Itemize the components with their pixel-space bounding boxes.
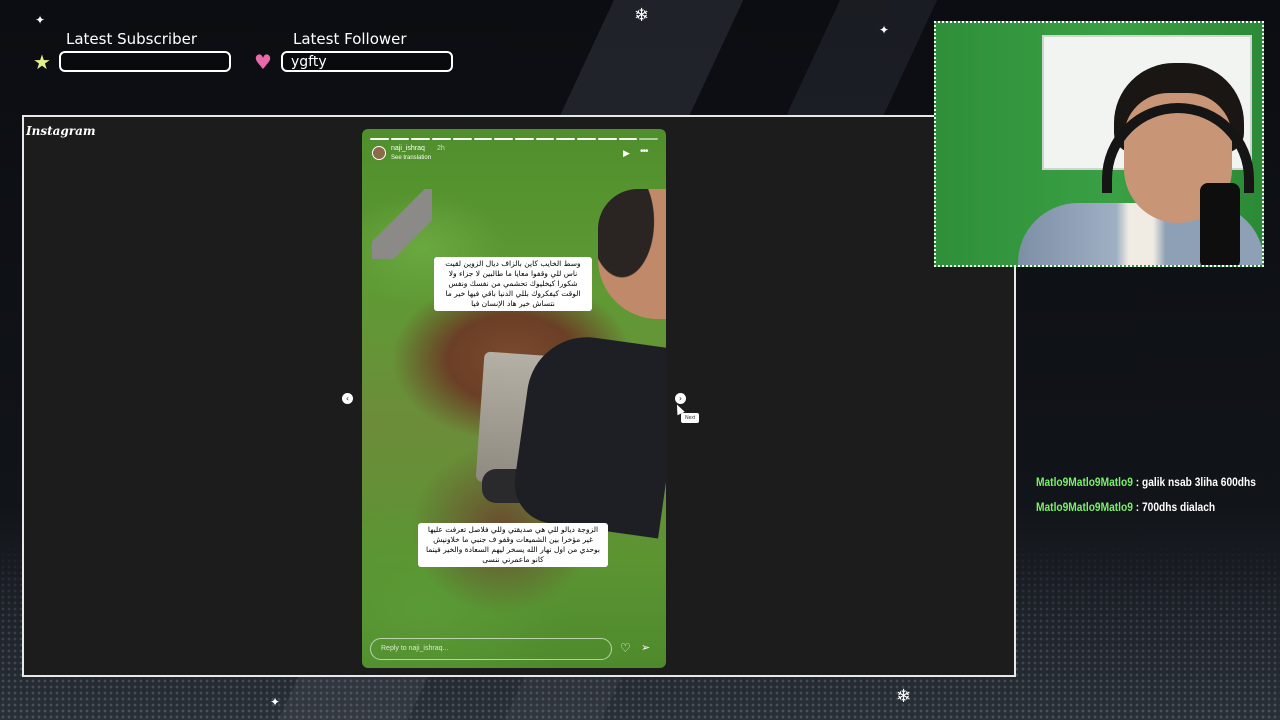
like-heart-icon[interactable]: ♡ (620, 641, 631, 655)
progress-segment (597, 138, 617, 140)
latest-subscriber-label: Latest Subscriber (66, 30, 197, 48)
sparkle-icon: ✦ (270, 695, 281, 709)
progress-segment (618, 138, 638, 140)
progress-segment (577, 138, 596, 140)
progress-segment (370, 138, 389, 140)
latest-follower-value: ygfty (281, 51, 453, 72)
story-caption-bottom: الزوجة ديالو للي هي صديقتي وللي فلاصل تع… (418, 523, 608, 567)
heart-icon: ♥ (254, 50, 272, 74)
chat-text: : 700dhs dialach (1132, 500, 1216, 514)
star-icon: ★ (33, 50, 51, 74)
progress-segment (494, 138, 514, 140)
progress-segment (535, 138, 555, 140)
sparkle-icon: ✦ (879, 23, 890, 37)
story-viewer[interactable]: naji_ishraq 2h See translation ▶ ••• وسط… (362, 129, 666, 668)
more-options-icon[interactable]: ••• (640, 146, 648, 157)
progress-segment (452, 138, 472, 140)
microphone-image (1200, 183, 1240, 265)
progress-segment (639, 138, 659, 140)
avatar[interactable] (372, 146, 386, 160)
webcam-feed (934, 21, 1264, 267)
latest-follower-label: Latest Follower (293, 30, 407, 48)
next-tooltip: Next (681, 413, 700, 423)
chat-box: Matlo9Matlo9Matlo9 : galik nsab 3liha 60… (1036, 475, 1280, 525)
chat-message: Matlo9Matlo9Matlo9 : galik nsab 3liha 60… (1036, 475, 1256, 500)
chat-username[interactable]: Matlo9Matlo9Matlo9 (1036, 475, 1133, 489)
progress-segment (515, 138, 534, 140)
frame-divider (1014, 265, 1016, 677)
story-progress-bar (370, 138, 659, 140)
play-icon[interactable]: ▶ (623, 148, 630, 159)
story-timestamp: 2h (437, 145, 445, 152)
progress-segment (390, 138, 410, 140)
progress-segment (473, 138, 493, 140)
progress-segment (556, 138, 576, 140)
reply-input[interactable]: Reply to naji_ishraq... (370, 638, 612, 660)
shovel-image (372, 189, 432, 259)
person-head-image (598, 189, 666, 319)
story-username[interactable]: naji_ishraq (391, 145, 425, 152)
progress-segment (432, 138, 451, 140)
instagram-logo[interactable]: Instagram (26, 124, 96, 138)
story-caption-top: وسط الخايب كاين بالزاف ديال الزوين لقيت … (434, 257, 592, 311)
snowflake-icon: ❄ (634, 5, 650, 26)
progress-segment (411, 138, 431, 140)
latest-subscriber-value (59, 51, 231, 72)
see-translation-link[interactable]: See translation (391, 155, 431, 161)
sparkle-icon: ✦ (35, 13, 46, 27)
snowflake-icon: ❄ (896, 686, 912, 707)
chat-username[interactable]: Matlo9Matlo9Matlo9 (1036, 500, 1133, 514)
chat-text: : galik nsab 3liha 600dhs (1132, 475, 1256, 489)
previous-story-button[interactable]: ‹ (342, 393, 353, 404)
chat-message: Matlo9Matlo9Matlo9 : 700dhs dialach (1036, 500, 1256, 525)
send-icon[interactable]: ➢ (641, 641, 650, 654)
